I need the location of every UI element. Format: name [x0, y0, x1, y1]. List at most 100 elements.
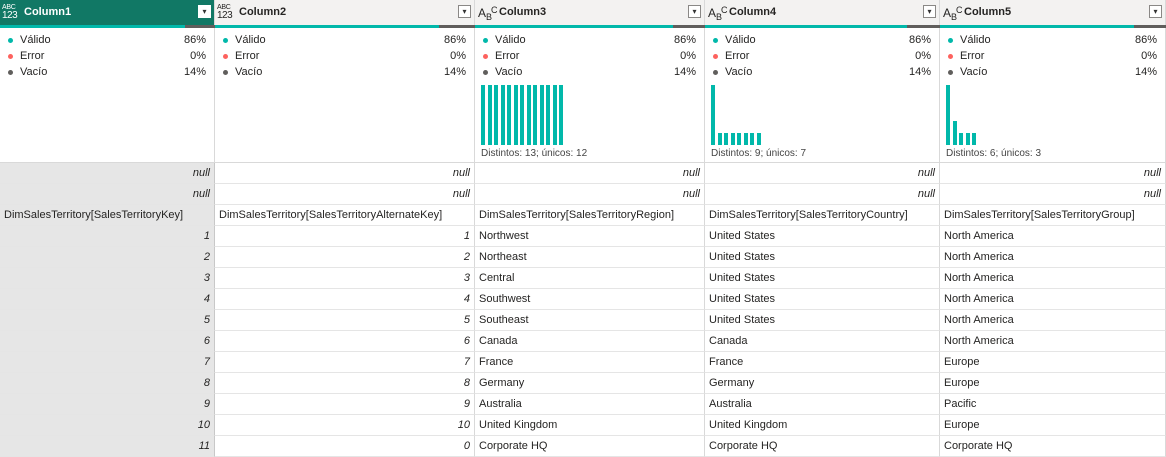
- table-cell[interactable]: United Kingdom: [705, 415, 940, 436]
- histogram-bar[interactable]: [500, 85, 505, 145]
- histogram-bar[interactable]: [743, 133, 748, 145]
- histogram-bar[interactable]: [539, 85, 544, 145]
- histogram-bar[interactable]: [526, 85, 531, 145]
- column-header[interactable]: ABC Column4 ▾: [705, 0, 940, 25]
- table-cell[interactable]: Germany: [705, 373, 940, 394]
- table-cell[interactable]: North America: [940, 289, 1166, 310]
- histogram-bar[interactable]: [533, 85, 537, 145]
- histogram-bar[interactable]: [717, 133, 722, 145]
- table-cell[interactable]: 4: [215, 289, 475, 310]
- table-cell[interactable]: France: [475, 352, 705, 373]
- table-cell[interactable]: Northwest: [475, 226, 705, 247]
- table-cell[interactable]: North America: [940, 226, 1166, 247]
- table-cell[interactable]: Corporate HQ: [705, 436, 940, 457]
- table-cell[interactable]: 8: [215, 373, 475, 394]
- histogram-bar[interactable]: [946, 85, 950, 145]
- histogram-bar[interactable]: [546, 85, 550, 145]
- histogram-bar[interactable]: [552, 85, 557, 145]
- table-cell[interactable]: DimSalesTerritory[SalesTerritoryCountry]: [705, 205, 940, 226]
- column-header[interactable]: ABC 123 Column2 ▾: [215, 0, 475, 25]
- table-cell[interactable]: 5: [0, 310, 215, 331]
- table-cell[interactable]: null: [705, 163, 940, 184]
- text-type-icon[interactable]: ABC: [478, 5, 498, 22]
- table-cell[interactable]: United Kingdom: [475, 415, 705, 436]
- filter-dropdown-icon[interactable]: ▾: [688, 5, 701, 18]
- histogram-bar[interactable]: [965, 133, 970, 145]
- table-cell[interactable]: France: [705, 352, 940, 373]
- table-cell[interactable]: 1: [215, 226, 475, 247]
- histogram-bar[interactable]: [730, 133, 735, 145]
- any-type-icon[interactable]: ABC 123: [2, 4, 22, 22]
- table-cell[interactable]: Europe: [940, 352, 1166, 373]
- text-type-icon[interactable]: ABC: [943, 5, 963, 22]
- histogram-bar[interactable]: [972, 133, 976, 145]
- table-cell[interactable]: Pacific: [940, 394, 1166, 415]
- table-cell[interactable]: DimSalesTerritory[SalesTerritoryAlternat…: [215, 205, 475, 226]
- table-cell[interactable]: null: [0, 163, 215, 184]
- histogram-bar[interactable]: [711, 85, 715, 145]
- table-cell[interactable]: North America: [940, 331, 1166, 352]
- filter-dropdown-icon[interactable]: ▾: [198, 5, 211, 18]
- table-cell[interactable]: Southeast: [475, 310, 705, 331]
- histogram-bar[interactable]: [481, 85, 485, 145]
- histogram-bar[interactable]: [494, 85, 498, 145]
- table-cell[interactable]: 10: [0, 415, 215, 436]
- filter-dropdown-icon[interactable]: ▾: [1149, 5, 1162, 18]
- table-cell[interactable]: Canada: [705, 331, 940, 352]
- table-cell[interactable]: Southwest: [475, 289, 705, 310]
- histogram-bar[interactable]: [559, 85, 563, 145]
- histogram-bar[interactable]: [513, 85, 518, 145]
- table-cell[interactable]: Central: [475, 268, 705, 289]
- table-cell[interactable]: North America: [940, 268, 1166, 289]
- table-cell[interactable]: 7: [215, 352, 475, 373]
- histogram-bar[interactable]: [756, 133, 761, 145]
- table-cell[interactable]: 5: [215, 310, 475, 331]
- table-cell[interactable]: North America: [940, 247, 1166, 268]
- table-cell[interactable]: Northeast: [475, 247, 705, 268]
- table-cell[interactable]: Corporate HQ: [940, 436, 1166, 457]
- histogram-bar[interactable]: [487, 85, 492, 145]
- table-cell[interactable]: DimSalesTerritory[SalesTerritoryKey]: [0, 205, 215, 226]
- table-cell[interactable]: United States: [705, 289, 940, 310]
- table-cell[interactable]: null: [475, 163, 705, 184]
- text-type-icon[interactable]: ABC: [708, 5, 728, 22]
- column-header[interactable]: ABC Column3 ▾: [475, 0, 705, 25]
- table-cell[interactable]: 9: [215, 394, 475, 415]
- table-cell[interactable]: 11: [0, 436, 215, 457]
- table-cell[interactable]: null: [215, 163, 475, 184]
- table-cell[interactable]: Europe: [940, 373, 1166, 394]
- table-cell[interactable]: 9: [0, 394, 215, 415]
- table-cell[interactable]: Canada: [475, 331, 705, 352]
- table-cell[interactable]: United States: [705, 226, 940, 247]
- table-cell[interactable]: Europe: [940, 415, 1166, 436]
- table-cell[interactable]: 2: [215, 247, 475, 268]
- table-cell[interactable]: Corporate HQ: [475, 436, 705, 457]
- table-cell[interactable]: 10: [215, 415, 475, 436]
- histogram-bar[interactable]: [737, 133, 741, 145]
- table-cell[interactable]: null: [475, 184, 705, 205]
- histogram-bar[interactable]: [520, 85, 524, 145]
- any-type-icon[interactable]: ABC 123: [217, 4, 237, 22]
- filter-dropdown-icon[interactable]: ▾: [923, 5, 936, 18]
- histogram-bar[interactable]: [724, 133, 728, 145]
- table-cell[interactable]: null: [215, 184, 475, 205]
- table-cell[interactable]: North America: [940, 310, 1166, 331]
- table-cell[interactable]: DimSalesTerritory[SalesTerritoryRegion]: [475, 205, 705, 226]
- table-cell[interactable]: DimSalesTerritory[SalesTerritoryGroup]: [940, 205, 1166, 226]
- histogram-bar[interactable]: [952, 121, 957, 145]
- table-cell[interactable]: 4: [0, 289, 215, 310]
- column-header[interactable]: ABC 123 Column1 ▾: [0, 0, 215, 25]
- table-cell[interactable]: null: [940, 163, 1166, 184]
- histogram-bar[interactable]: [959, 133, 963, 145]
- table-cell[interactable]: 3: [215, 268, 475, 289]
- table-cell[interactable]: null: [0, 184, 215, 205]
- table-cell[interactable]: United States: [705, 310, 940, 331]
- table-cell[interactable]: 8: [0, 373, 215, 394]
- table-cell[interactable]: null: [705, 184, 940, 205]
- table-cell[interactable]: 0: [215, 436, 475, 457]
- table-cell[interactable]: Australia: [475, 394, 705, 415]
- table-cell[interactable]: United States: [705, 268, 940, 289]
- table-cell[interactable]: 2: [0, 247, 215, 268]
- histogram-bar[interactable]: [750, 133, 754, 145]
- table-cell[interactable]: Australia: [705, 394, 940, 415]
